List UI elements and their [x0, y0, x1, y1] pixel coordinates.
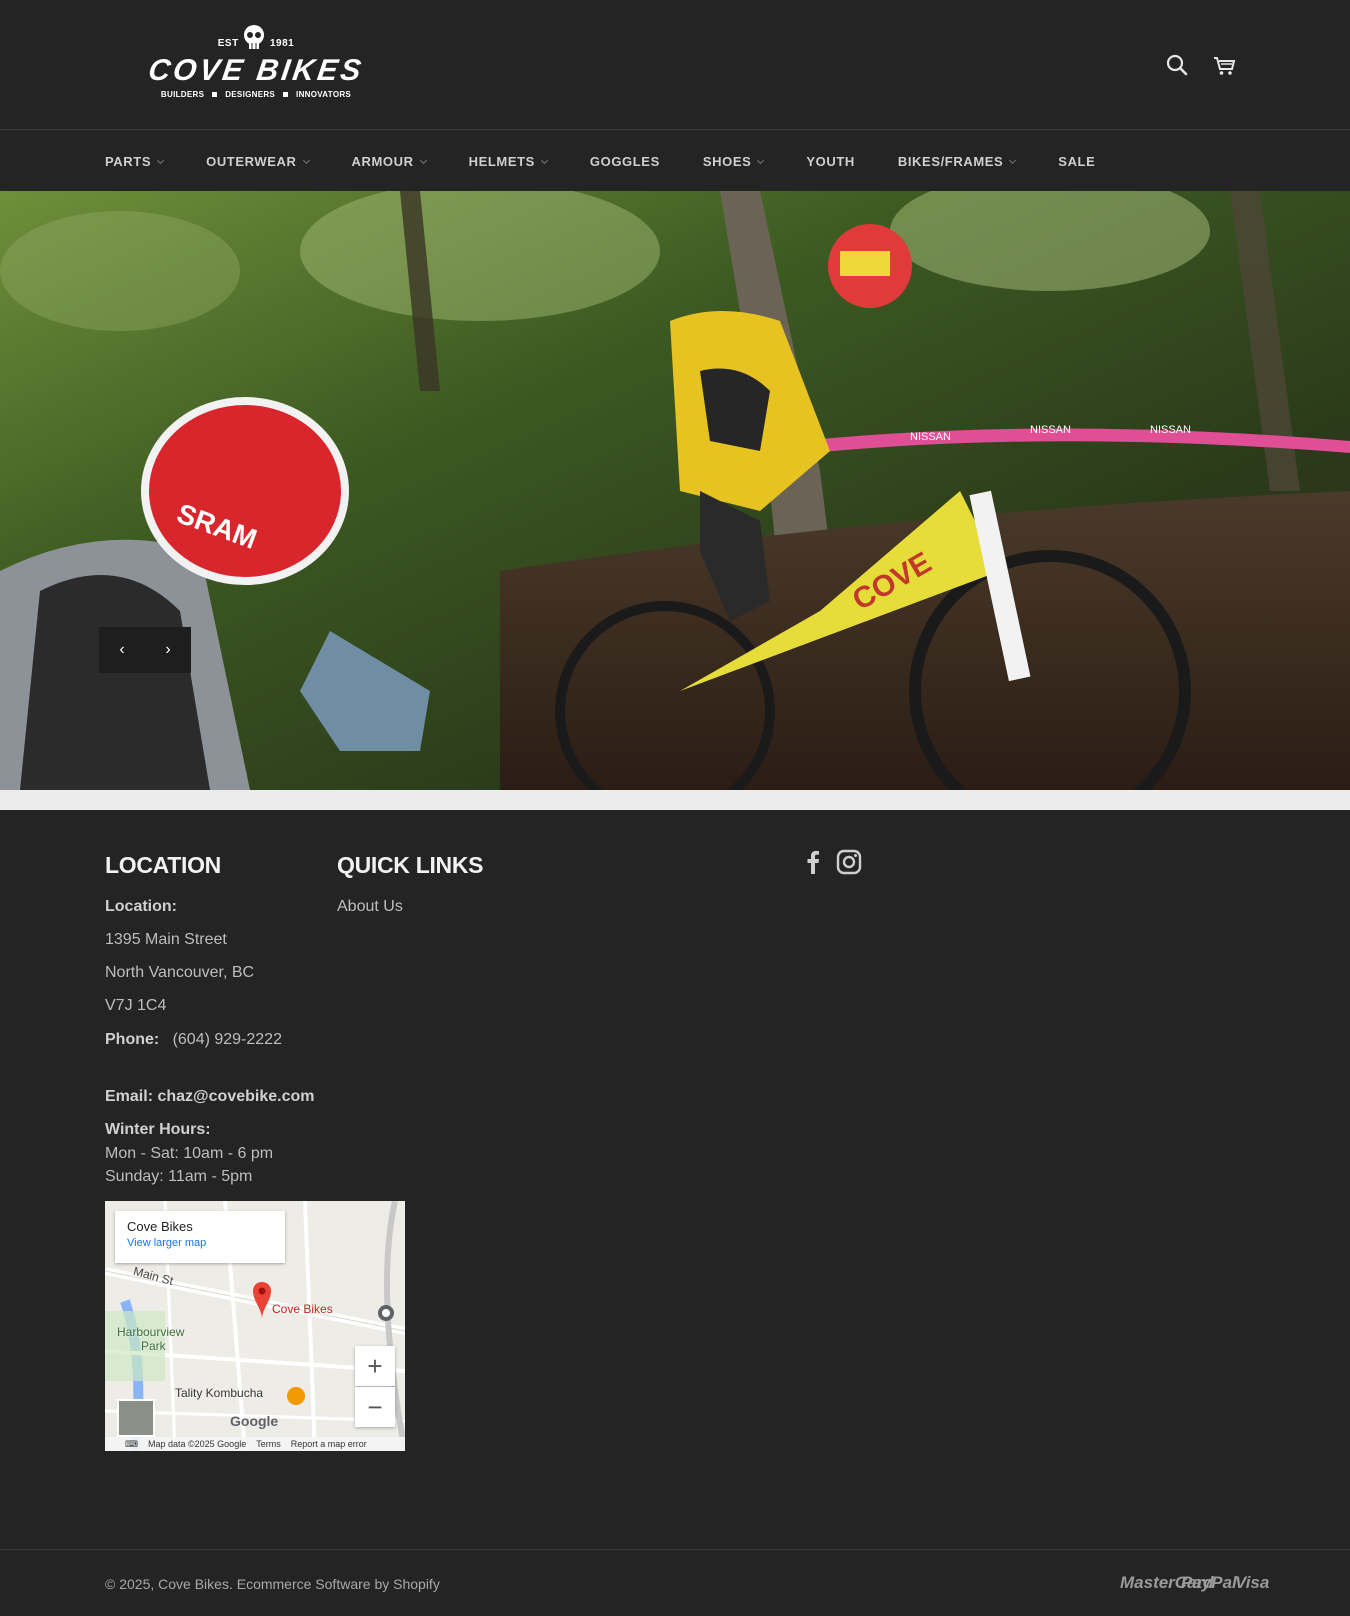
cart-icon[interactable] [1211, 52, 1237, 78]
slideshow-next-button[interactable]: › [145, 627, 191, 673]
tagline-builders: BUILDERS [160, 90, 205, 99]
chevron-down-icon [302, 156, 310, 164]
logo-established: EST 1981 [122, 38, 390, 49]
nav-label: SALE [1058, 153, 1096, 169]
nav-label: HELMETS [468, 153, 535, 169]
hours-label-text: Winter Hours: [105, 1121, 211, 1138]
site-header: EST 1981 COVE BIKES BUILDERS DESIGNERS INN… [0, 0, 1350, 130]
nav-item-shoes[interactable]: SHOES [702, 153, 765, 169]
logo-year: 1981 [269, 38, 295, 49]
view-larger-map-link[interactable]: View larger map [127, 1237, 273, 1249]
copyright-year: © 2025, [105, 1576, 155, 1592]
copyright-brand-link[interactable]: Cove Bikes [158, 1576, 229, 1592]
nav-label: OUTERWEAR [206, 153, 297, 169]
map-place-card: Cove Bikes View larger map [115, 1211, 285, 1263]
location-label-text: Location: [105, 898, 177, 915]
footer-link-about-us[interactable]: About Us [337, 898, 403, 916]
phone-number[interactable]: (604) 929-2222 [173, 1031, 282, 1048]
address-postal: V7J 1C4 [105, 997, 167, 1014]
address-street: 1395 Main Street [105, 931, 227, 948]
tape-text: NISSAN [1150, 424, 1191, 436]
map-satellite-toggle[interactable] [117, 1399, 155, 1437]
map-report-link[interactable]: Report a map error [291, 1439, 367, 1449]
footer-location-title: LOCATION [105, 852, 221, 878]
email-address[interactable]: chaz@covebike.com [157, 1088, 314, 1105]
keyboard-icon[interactable]: ⌨ [125, 1439, 138, 1450]
map-attribution: Map data ©2025 Google [148, 1439, 247, 1449]
visa-icon: Visa [1235, 1573, 1270, 1592]
hours-label: Winter Hours: [105, 1121, 211, 1139]
nav-item-armour[interactable]: ARMOUR [351, 153, 427, 169]
hero-image: NISSAN NISSAN NISSAN COVE SRAM [0, 191, 1350, 790]
nav-label: PARTS [105, 153, 152, 169]
search-icon[interactable] [1164, 52, 1190, 78]
instagram-icon[interactable] [836, 849, 862, 875]
facebook-icon[interactable] [803, 850, 823, 874]
site-logo[interactable]: EST 1981 COVE BIKES BUILDERS DESIGNERS INN… [122, 24, 390, 104]
hours-sunday: Sunday: 11am - 5pm [105, 1168, 253, 1185]
google-logo: Google [230, 1413, 279, 1429]
phone-line: Phone: (604) 929-2222 [105, 1031, 282, 1049]
nav-label: SHOES [702, 153, 752, 169]
chevron-down-icon [1009, 156, 1017, 164]
address-city: North Vancouver, BC [105, 964, 255, 981]
logo-est-label: EST [217, 38, 239, 49]
hero-slideshow: NISSAN NISSAN NISSAN COVE SRAM ‹ › [0, 191, 1350, 790]
chevron-down-icon [540, 156, 548, 164]
embedded-map[interactable]: Main St Cove Bikes Harbourview Park Tali… [105, 1201, 405, 1451]
map-pin-label: Cove Bikes [272, 1302, 333, 1316]
chevron-down-icon [757, 156, 765, 164]
chevron-down-icon [157, 156, 165, 164]
map-zoom-out-button[interactable]: − [355, 1387, 395, 1427]
email-label: Email: [105, 1088, 154, 1105]
slideshow-prev-button[interactable]: ‹ [99, 627, 145, 673]
phone-label: Phone: [105, 1031, 160, 1048]
map-place-name: Cove Bikes [127, 1219, 193, 1234]
tape-text: NISSAN [910, 431, 951, 443]
nav-item-goggles[interactable]: GOGGLES [590, 154, 660, 169]
tagline-innovators: INNOVATORS [296, 90, 352, 99]
copyright: © 2025, Cove Bikes. Ecommerce Software b… [105, 1576, 440, 1592]
hours-weekday: Mon - Sat: 10am - 6 pm [105, 1145, 274, 1162]
nav-list: PARTS OUTERWEAR ARMOUR HELMETS GOGGLES S… [105, 131, 1138, 191]
nav-item-outerwear[interactable]: OUTERWEAR [206, 153, 310, 169]
nav-item-helmets[interactable]: HELMETS [468, 153, 548, 169]
footer-quick-links-title: QUICK LINKS [337, 852, 484, 878]
nav-label: YOUTH [806, 153, 855, 169]
nav-label: ARMOUR [351, 153, 414, 169]
powered-by-shopify[interactable]: . Ecommerce Software by Shopify [229, 1576, 440, 1592]
chevron-right-icon: › [165, 641, 171, 658]
logo-brand-name: COVE BIKES [146, 54, 366, 87]
location-label: Location: [105, 898, 177, 916]
map-park-label: Harbourview Park [117, 1325, 184, 1353]
map-terms-link[interactable]: Terms [256, 1439, 281, 1449]
chevron-down-icon [419, 156, 427, 164]
map-attribution-bar: ⌨ Map data ©2025 Google Terms Report a m… [105, 1437, 405, 1451]
paypal-icon: PayPal [1181, 1573, 1237, 1592]
chevron-left-icon: ‹ [119, 641, 125, 658]
nav-item-sale[interactable]: SALE [1058, 154, 1095, 169]
map-poi-label: Tality Kombucha [175, 1386, 264, 1400]
map-park-label-line: Harbourview [117, 1325, 185, 1339]
map-park-label-line: Park [141, 1339, 166, 1353]
nav-item-parts[interactable]: PARTS [105, 153, 165, 169]
logo-tagline: BUILDERS DESIGNERS INNOVATORS [122, 90, 390, 99]
tagline-designers: DESIGNERS [225, 90, 276, 99]
nav-item-youth[interactable]: YOUTH [806, 154, 855, 169]
nav-item-bikes-frames[interactable]: BIKES/FRAMES [897, 153, 1017, 169]
nav-label: BIKES/FRAMES [897, 153, 1004, 169]
email-line: Email: chaz@covebike.com [105, 1088, 314, 1106]
tape-text: NISSAN [1030, 424, 1071, 436]
nav-label: GOGGLES [589, 153, 660, 169]
hero-bottom-strip [0, 790, 1350, 810]
main-navigation: PARTS OUTERWEAR ARMOUR HELMETS GOGGLES S… [0, 131, 1350, 191]
map-zoom-in-button[interactable]: + [355, 1346, 395, 1386]
